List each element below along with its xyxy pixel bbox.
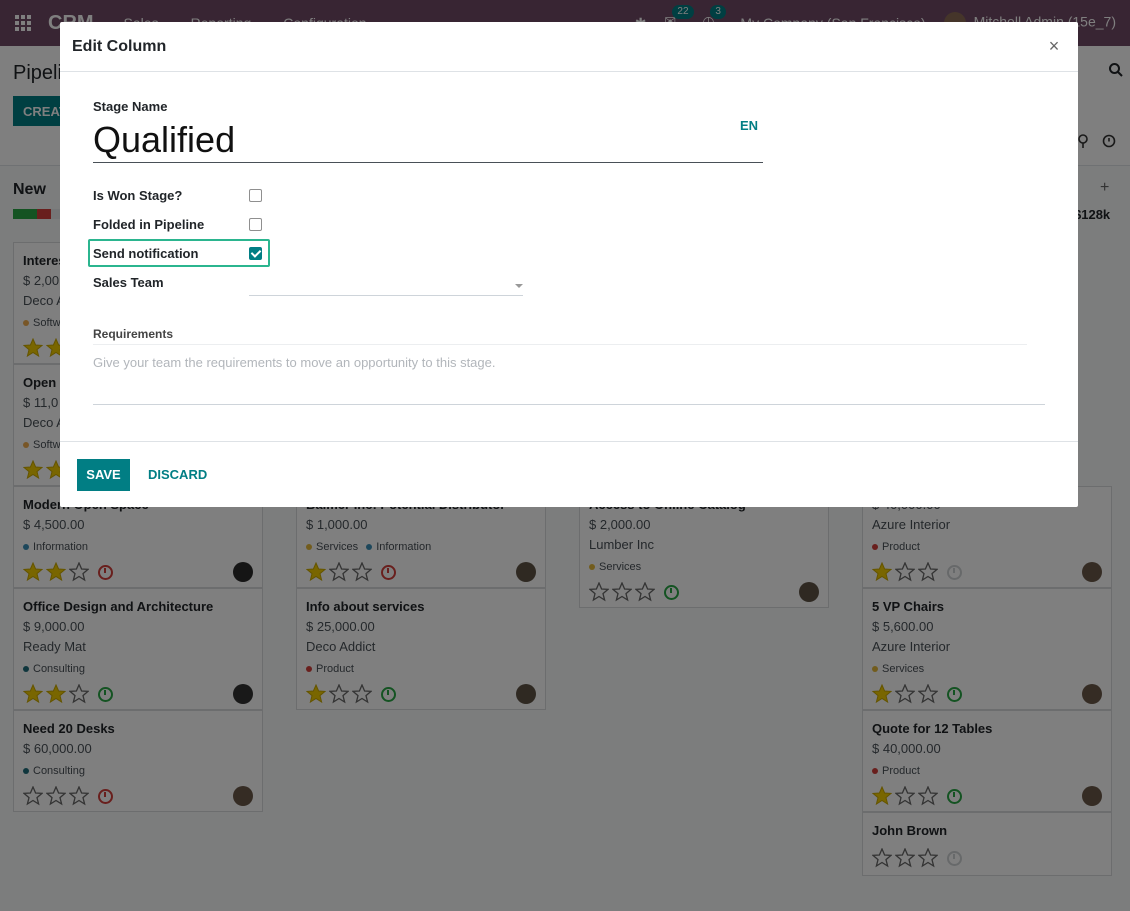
folded-label: Folded in Pipeline xyxy=(93,216,205,232)
folded-checkbox[interactable] xyxy=(249,217,262,231)
send-notification-row: Send notification xyxy=(93,243,262,263)
close-icon[interactable]: × xyxy=(1042,35,1066,59)
requirements-divider xyxy=(93,344,1027,345)
is-won-label: Is Won Stage? xyxy=(93,187,183,203)
sales-team-label: Sales Team xyxy=(93,274,164,290)
is-won-row: Is Won Stage? xyxy=(93,185,262,205)
edit-column-dialog: Edit Column × Stage Name EN Is Won Stage… xyxy=(60,22,1078,507)
modal-footer: SAVE DISCARD xyxy=(60,441,1078,507)
is-won-checkbox[interactable] xyxy=(249,188,262,202)
stage-name-label: Stage Name xyxy=(93,99,168,114)
modal-title: Edit Column xyxy=(72,37,167,55)
requirements-input[interactable] xyxy=(93,355,1045,405)
stage-name-input[interactable] xyxy=(93,117,763,163)
send-notification-label: Send notification xyxy=(93,245,199,261)
sales-team-select[interactable] xyxy=(249,276,523,296)
send-notification-checkbox[interactable] xyxy=(249,246,262,260)
modal-body: Stage Name EN Is Won Stage? Folded in Pi… xyxy=(60,73,1078,441)
discard-button[interactable]: DISCARD xyxy=(148,467,207,482)
folded-row: Folded in Pipeline xyxy=(93,214,262,234)
requirements-label: Requirements xyxy=(93,327,174,341)
language-button[interactable]: EN xyxy=(740,118,758,133)
modal-header: Edit Column × xyxy=(60,22,1078,72)
sales-team-row: Sales Team xyxy=(93,272,249,292)
chevron-down-icon xyxy=(515,284,523,288)
save-button[interactable]: SAVE xyxy=(77,458,130,491)
